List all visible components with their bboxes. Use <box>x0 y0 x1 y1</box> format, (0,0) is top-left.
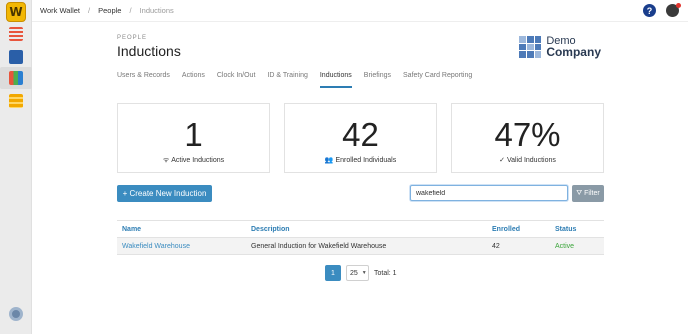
work-wallet-logo[interactable]: W <box>6 2 26 22</box>
settings-gear-icon[interactable] <box>9 307 23 321</box>
toolbar: + Create New Induction ⛛ Filter <box>117 185 604 203</box>
induction-enrolled: 42 <box>487 237 550 255</box>
breadcrumb-people[interactable]: People <box>98 6 121 15</box>
induction-description: General Induction for Wakefield Warehous… <box>246 237 487 255</box>
tab-users-records[interactable]: Users & Records <box>117 72 170 88</box>
stat-label: Valid Inductions <box>506 157 556 164</box>
tab-safety-card-reporting[interactable]: Safety Card Reporting <box>403 72 472 88</box>
breadcrumb-work-wallet[interactable]: Work Wallet <box>40 6 80 15</box>
company-logo: Demo Company <box>519 36 601 58</box>
stat-label: Active Inductions <box>171 157 225 164</box>
stat-card-active: 1 ᯤ Active Inductions <box>117 103 270 173</box>
building-icon[interactable] <box>9 50 23 64</box>
tab-actions[interactable]: Actions <box>182 72 205 88</box>
cards-icon[interactable] <box>9 94 23 108</box>
tab-id-training[interactable]: ID & Training <box>267 72 307 88</box>
page-button-current[interactable]: 1 <box>325 265 341 281</box>
pagination: 1 25 ▼ Total: 1 <box>325 265 397 281</box>
company-name-line2: Company <box>546 45 601 59</box>
list-icon[interactable] <box>9 27 23 41</box>
status-badge: Active <box>550 237 604 255</box>
page-size-value: 25 <box>350 269 358 277</box>
check-icon: ✓ <box>499 157 505 164</box>
breadcrumb-separator: / <box>88 6 91 15</box>
page-title: Inductions <box>117 43 181 59</box>
column-header-status[interactable]: Status <box>550 220 604 238</box>
section-label: PEOPLE <box>117 35 148 41</box>
table-header-row: Name Description Enrolled Status <box>117 220 604 238</box>
column-header-name[interactable]: Name <box>117 220 246 238</box>
stat-value: 47% <box>494 116 561 153</box>
breadcrumb-inductions: Inductions <box>139 6 174 15</box>
total-count: Total: 1 <box>374 269 397 277</box>
induction-name-link[interactable]: Wakefield Warehouse <box>117 237 246 255</box>
stat-value: 42 <box>342 116 379 153</box>
inductions-table: Name Description Enrolled Status Wakefie… <box>117 220 604 255</box>
stats-cards: 1 ᯤ Active Inductions 42 👥 Enrolled Indi… <box>117 103 604 173</box>
tab-clock-in-out[interactable]: Clock In/Out <box>217 72 256 88</box>
chevron-down-icon: ▼ <box>361 270 367 276</box>
logo-letter: W <box>9 5 23 19</box>
create-new-induction-button[interactable]: + Create New Induction <box>117 185 212 202</box>
stat-card-enrolled: 42 👥 Enrolled Individuals <box>284 103 437 173</box>
top-bar: Work Wallet / People / Inductions ? <box>32 0 688 22</box>
stat-card-valid: 47% ✓ Valid Inductions <box>451 103 604 173</box>
table-row[interactable]: Wakefield Warehouse General Induction fo… <box>117 237 604 255</box>
stat-value: 1 <box>184 116 203 153</box>
wifi-icon: ᯤ <box>162 157 170 164</box>
tab-inductions[interactable]: Inductions <box>319 72 352 88</box>
tabs: Users & Records Actions Clock In/Out ID … <box>117 72 604 88</box>
company-mark-icon <box>519 36 542 58</box>
tab-briefings[interactable]: Briefings <box>364 72 391 88</box>
help-icon[interactable]: ? <box>643 4 656 17</box>
stat-label: Enrolled Individuals <box>335 157 397 164</box>
page-size-select[interactable]: 25 ▼ <box>346 265 369 281</box>
breadcrumb-separator: / <box>129 6 132 15</box>
breadcrumb: Work Wallet / People / Inductions <box>40 6 174 15</box>
sidebar: W <box>0 0 32 334</box>
column-header-enrolled[interactable]: Enrolled <box>487 220 550 238</box>
people-group-icon[interactable] <box>9 71 23 85</box>
search-input[interactable] <box>410 185 568 201</box>
filter-button[interactable]: ⛛ Filter <box>572 185 604 202</box>
notification-dot <box>676 3 681 8</box>
people-icon: 👥 <box>324 157 334 164</box>
column-header-description[interactable]: Description <box>246 220 487 238</box>
